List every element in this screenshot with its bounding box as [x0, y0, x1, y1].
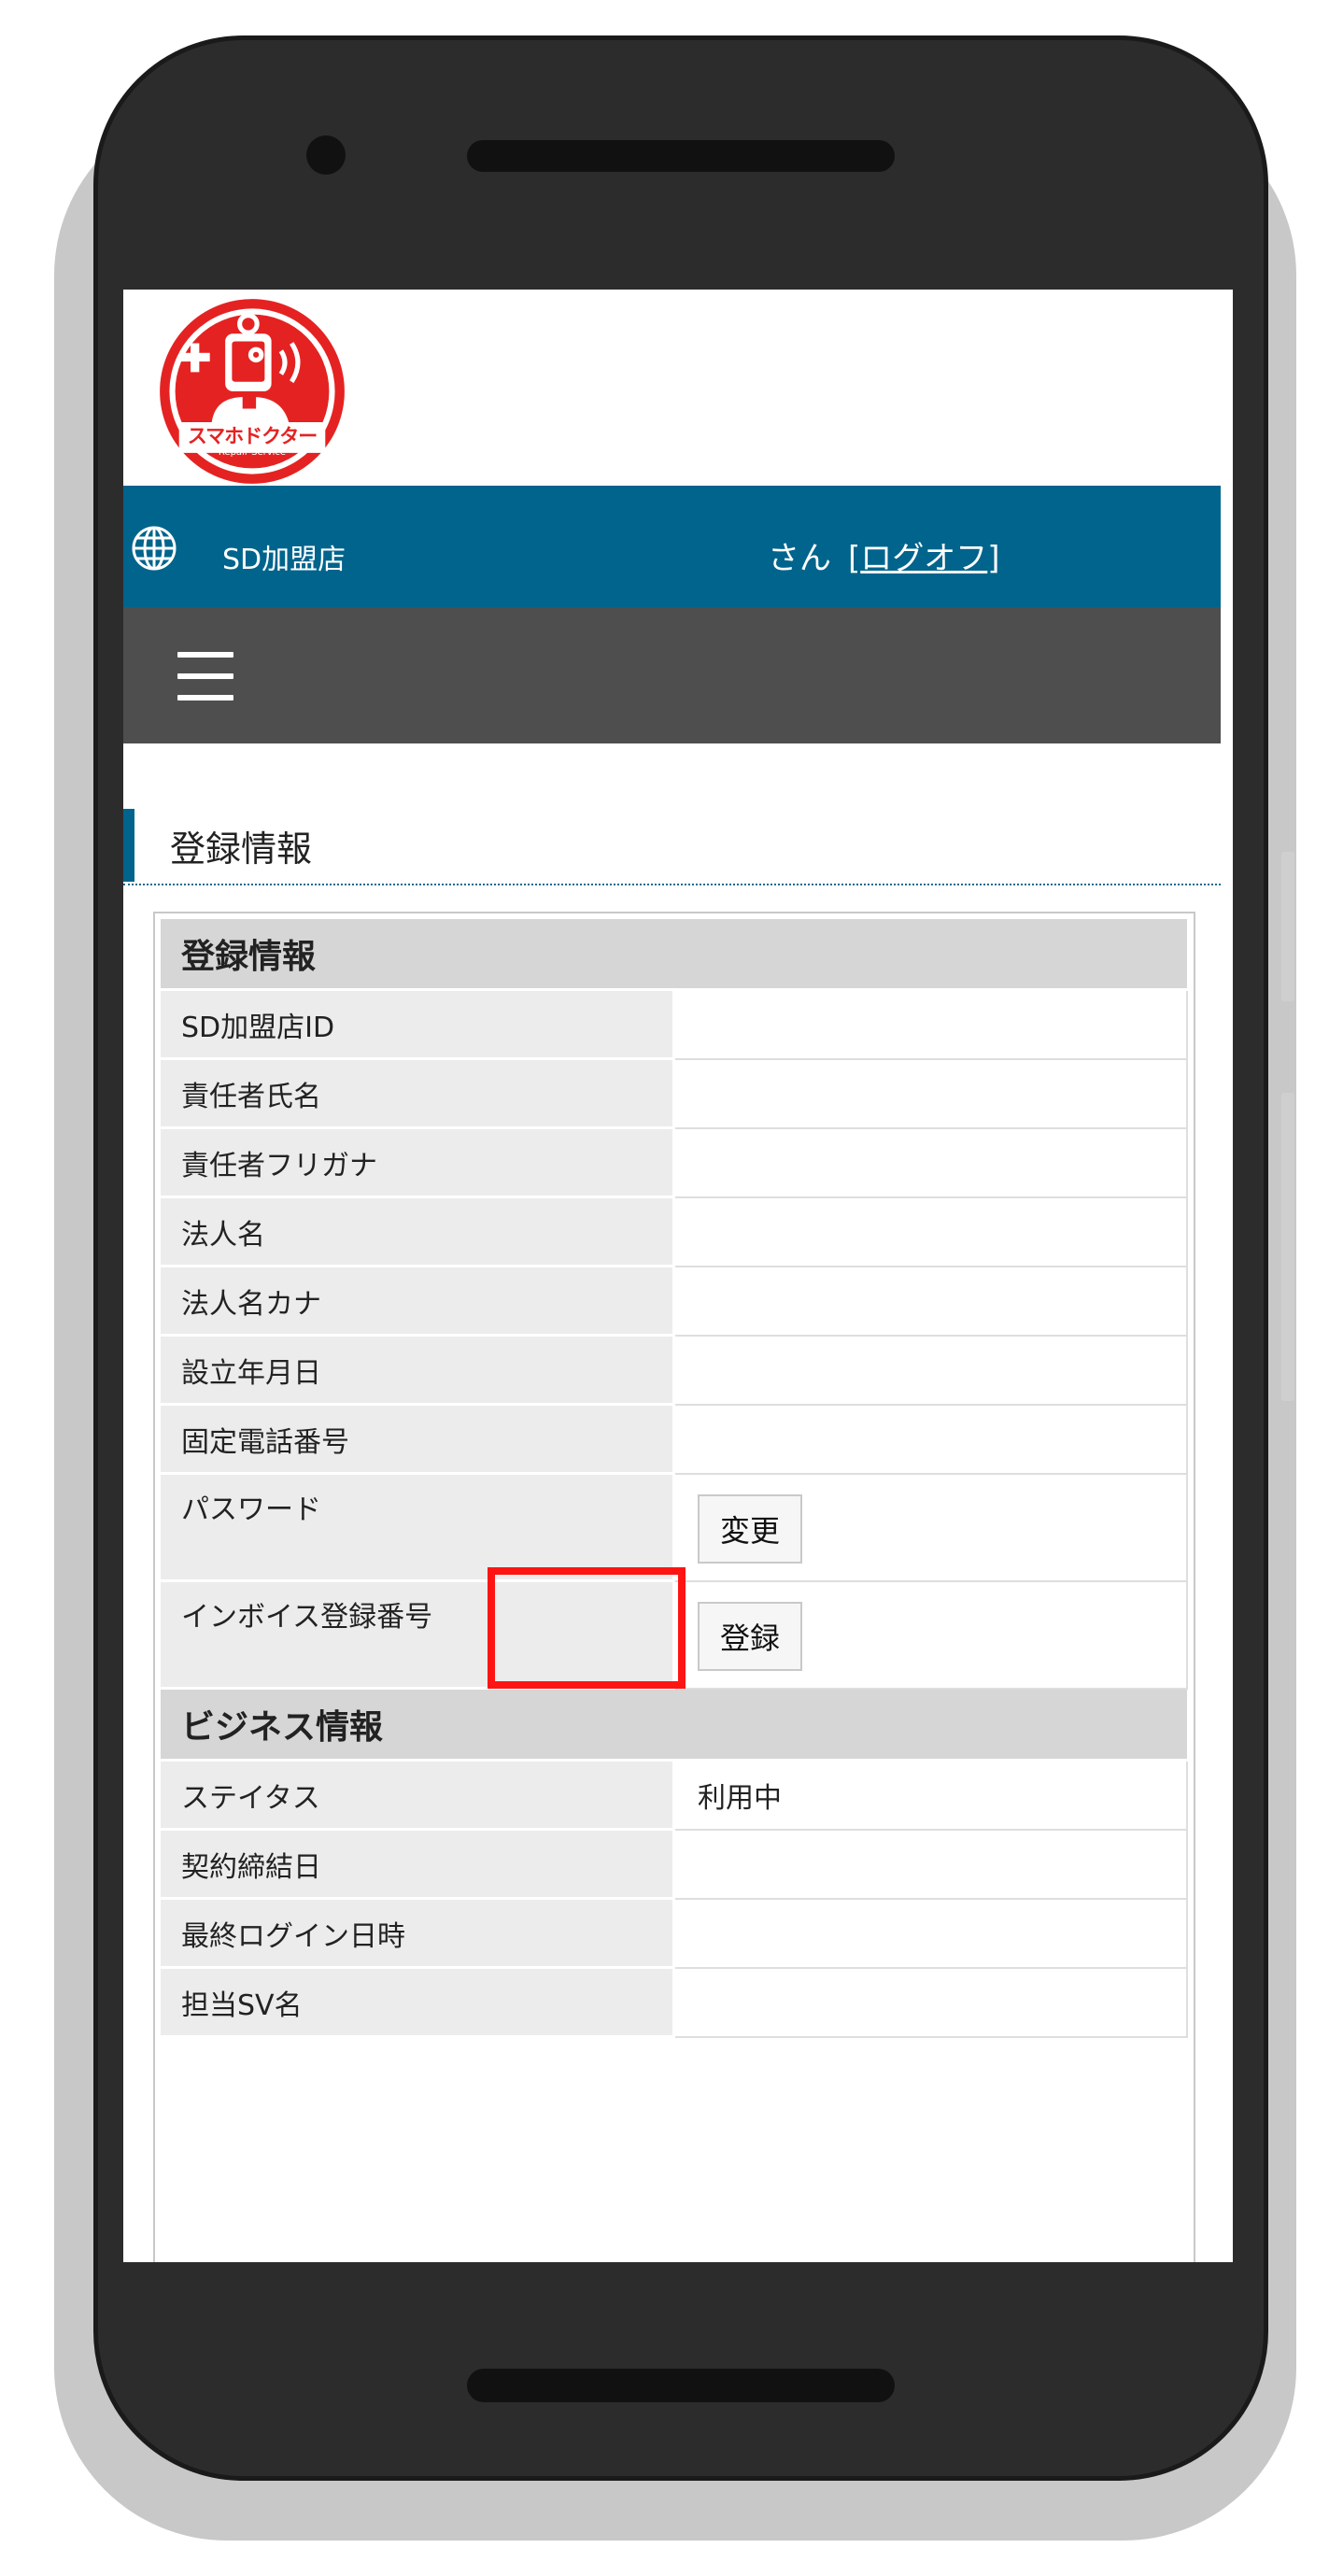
- field-label: 法人名カナ: [161, 1266, 675, 1337]
- phone-screen: スマホドクター Repair Service SD加盟店 さん [ログオフ] 登…: [123, 290, 1233, 2262]
- field-label: 責任者フリガナ: [161, 1127, 675, 1198]
- table-row: 契約締結日: [161, 1828, 1188, 1900]
- logoff-link[interactable]: ログオフ: [860, 540, 987, 577]
- globe-icon: [132, 526, 177, 571]
- store-name: SD加盟店: [222, 544, 346, 576]
- field-value: [672, 1966, 1188, 2038]
- table-row: 担当SV名: [161, 1966, 1188, 2038]
- section-header-registration: 登録情報: [161, 919, 1187, 991]
- title-accent: [123, 809, 134, 882]
- phone-speaker: [467, 140, 895, 172]
- field-value: [672, 1828, 1188, 1900]
- logoff-bracket-close: ]: [987, 540, 1000, 577]
- field-value: [672, 1897, 1188, 1969]
- logo-text: スマホドクター: [187, 425, 318, 447]
- section-heading: 登録情報: [161, 919, 1187, 991]
- phone-home-bar[interactable]: [467, 2369, 895, 2402]
- password-label: パスワード: [161, 1473, 675, 1582]
- field-label: 担当SV名: [161, 1967, 675, 2038]
- section-header-business: ビジネス情報: [161, 1688, 1187, 1762]
- invoice-label: インボイス登録番号: [161, 1580, 675, 1690]
- field-label: ステイタス: [161, 1760, 675, 1831]
- field-value: [672, 988, 1188, 1060]
- page-title: 登録情報: [170, 828, 313, 870]
- user-suffix: さん: [768, 540, 831, 577]
- registration-panel: 登録情報 SD加盟店ID 責任者氏名 責任者フリガナ 法人名 法人名カナ 設立年…: [153, 912, 1195, 2262]
- table-row: SD加盟店ID: [161, 988, 1188, 1060]
- table-row: 固定電話番号: [161, 1403, 1188, 1475]
- field-label: 法人名: [161, 1196, 675, 1267]
- table-row-invoice: インボイス登録番号 登録: [161, 1579, 1188, 1690]
- phone-side-button-upper: [1281, 852, 1294, 1001]
- table-row: 法人名: [161, 1196, 1188, 1267]
- field-value: [672, 1403, 1188, 1475]
- change-password-button[interactable]: 変更: [698, 1494, 803, 1564]
- field-label: 最終ログイン日時: [161, 1898, 675, 1969]
- menu-bar: [123, 607, 1221, 743]
- table-row: 最終ログイン日時: [161, 1897, 1188, 1969]
- field-value: 利用中: [672, 1759, 1188, 1831]
- field-label: 責任者氏名: [161, 1058, 675, 1129]
- table-row: 法人名カナ: [161, 1265, 1188, 1337]
- field-value: [672, 1126, 1188, 1198]
- field-value: [672, 1334, 1188, 1406]
- logoff-bracket-open: [: [848, 540, 861, 577]
- phone-side-button-lower: [1281, 1093, 1294, 1401]
- section-heading: ビジネス情報: [161, 1688, 1187, 1762]
- table-row-password: パスワード 変更: [161, 1472, 1188, 1582]
- password-cell: 変更: [672, 1472, 1188, 1582]
- field-label: 設立年月日: [161, 1335, 675, 1406]
- field-label: SD加盟店ID: [161, 989, 675, 1060]
- field-value: [672, 1196, 1188, 1267]
- user-bar: SD加盟店 さん [ログオフ]: [123, 486, 1221, 607]
- table-row: 責任者氏名: [161, 1057, 1188, 1129]
- register-invoice-button[interactable]: 登録: [698, 1602, 803, 1671]
- info-table: 登録情報 SD加盟店ID 責任者氏名 責任者フリガナ 法人名 法人名カナ 設立年…: [161, 919, 1188, 2038]
- phone-camera: [306, 135, 346, 175]
- logo-doctor-icon[interactable]: スマホドクター Repair Service: [156, 295, 348, 488]
- invoice-cell: 登録: [672, 1579, 1188, 1690]
- page-title-bar: 登録情報: [123, 800, 1221, 885]
- table-row: 責任者フリガナ: [161, 1126, 1188, 1198]
- table-row: ステイタス 利用中: [161, 1759, 1188, 1831]
- hamburger-menu-icon[interactable]: [177, 652, 233, 704]
- logoff-wrapper: [ログオフ]: [848, 532, 1000, 578]
- field-value: [672, 1265, 1188, 1337]
- field-label: 契約締結日: [161, 1829, 675, 1900]
- logo-subtext: Repair Service: [218, 447, 287, 458]
- table-row: 設立年月日: [161, 1334, 1188, 1406]
- field-label: 固定電話番号: [161, 1404, 675, 1475]
- field-value: [672, 1057, 1188, 1129]
